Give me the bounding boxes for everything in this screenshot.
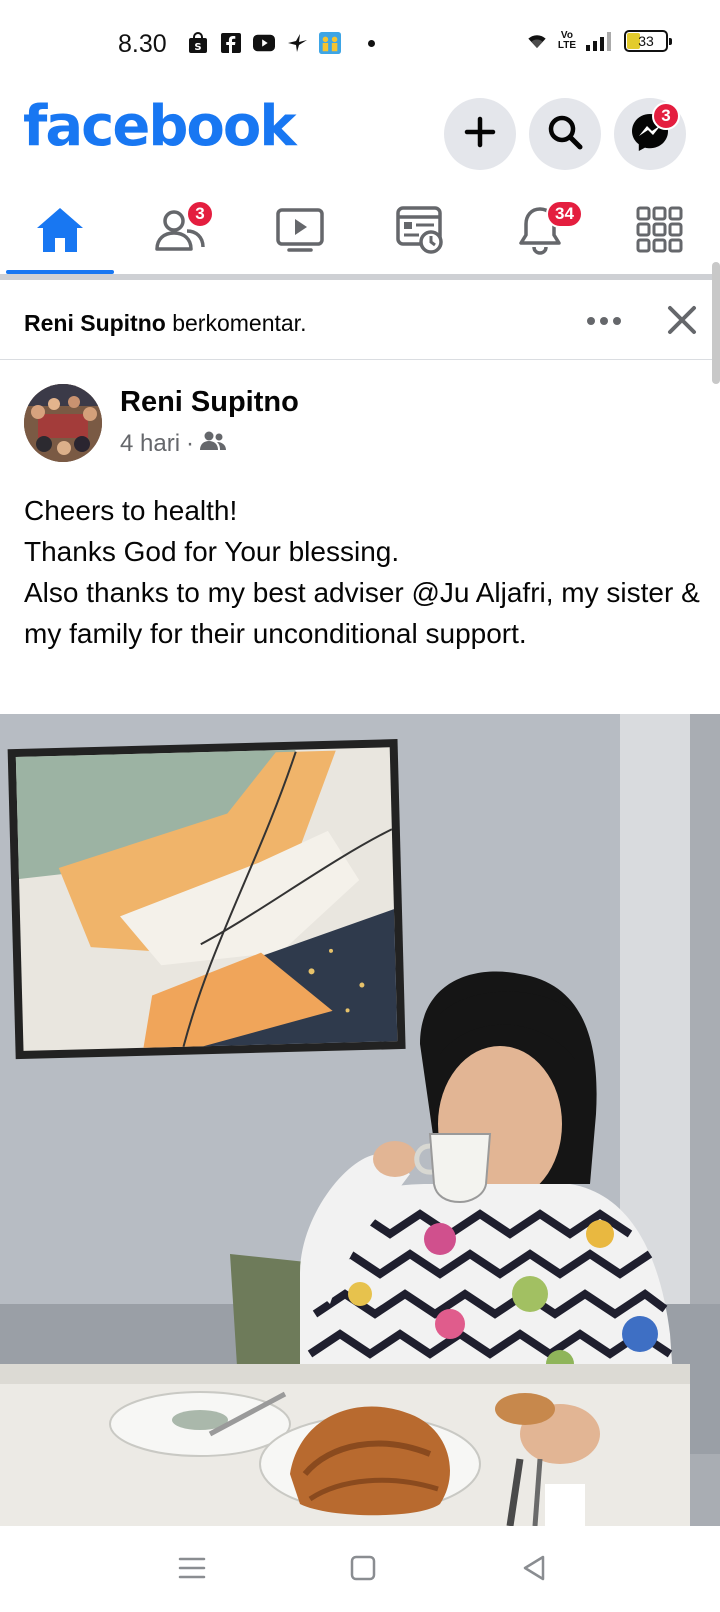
- grid-menu-icon: [636, 206, 684, 259]
- create-button[interactable]: [444, 98, 516, 170]
- system-navigation-bar: [0, 1526, 720, 1612]
- post-author[interactable]: Reni Supitno: [120, 386, 299, 419]
- volte-icon: Vo LTE: [557, 30, 576, 51]
- post-line: Thanks God for Your blessing.: [24, 536, 400, 567]
- friends-badge: 3: [186, 200, 214, 228]
- post-time[interactable]: 4 hari: [120, 430, 180, 458]
- square-icon: [350, 1555, 376, 1586]
- status-bar: 8.30 S Vo LTE 33: [0, 0, 720, 90]
- tab-friends[interactable]: 3: [120, 190, 240, 274]
- shopping-bag-icon: S: [187, 32, 209, 54]
- back-triangle-icon: [521, 1554, 547, 1587]
- facebook-small-icon: [220, 32, 242, 54]
- notice-text: Reni Supitno berkomentar.: [24, 310, 306, 337]
- scrollbar[interactable]: [712, 262, 720, 384]
- notification-icons: S: [187, 32, 375, 54]
- video-icon: [275, 207, 325, 258]
- signal-icon: [586, 30, 614, 52]
- friends-audience-icon: [200, 430, 227, 458]
- back-button[interactable]: [514, 1554, 554, 1586]
- more-options-button[interactable]: [580, 300, 628, 344]
- avatar[interactable]: [24, 384, 102, 462]
- notifications-badge: 34: [546, 200, 583, 228]
- notice-action: berkomentar.: [172, 310, 307, 336]
- tab-news[interactable]: [360, 190, 480, 274]
- svg-text:S: S: [194, 42, 201, 53]
- notice-actor[interactable]: Reni Supitno: [24, 310, 166, 336]
- close-button[interactable]: [660, 300, 704, 344]
- comment-notice: Reni Supitno berkomentar.: [0, 286, 720, 360]
- post-line: Also thanks to my best adviser @Ju Aljaf…: [24, 577, 700, 649]
- post-text: Cheers to health! Thanks God for Your bl…: [24, 490, 704, 654]
- wifi-icon: [526, 30, 548, 52]
- youtube-icon: [253, 32, 275, 54]
- post-header: Reni Supitno 4 hari ·: [0, 370, 720, 470]
- more-notifications-dot: [368, 39, 375, 47]
- app-icon: [319, 32, 341, 54]
- recent-apps-button[interactable]: [172, 1554, 212, 1586]
- home-system-button[interactable]: [343, 1554, 383, 1586]
- news-feed-icon: [395, 205, 445, 260]
- tab-menu[interactable]: [600, 190, 720, 274]
- nav-tabs: 3 34: [0, 190, 720, 280]
- plus-icon: [464, 116, 496, 153]
- messenger-button[interactable]: 3: [614, 98, 686, 170]
- tab-notifications[interactable]: 34: [480, 190, 600, 274]
- facebook-logo[interactable]: facebook: [23, 94, 297, 159]
- tab-watch[interactable]: [240, 190, 360, 274]
- search-button[interactable]: [529, 98, 601, 170]
- post-line: Cheers to health!: [24, 495, 238, 526]
- battery-icon: 33: [624, 30, 672, 52]
- close-icon: [667, 305, 697, 340]
- messenger-badge: 3: [652, 102, 680, 130]
- home-icon: [35, 206, 85, 259]
- battery-level: 33: [638, 33, 654, 49]
- bird-icon: [286, 32, 308, 54]
- status-time: 8.30: [118, 30, 167, 58]
- search-icon: [546, 113, 584, 156]
- more-dots-icon: [586, 313, 622, 331]
- tab-home[interactable]: [0, 190, 120, 274]
- meta-separator: ·: [186, 430, 195, 457]
- menu-lines-icon: [178, 1556, 206, 1585]
- app-header: facebook 3: [0, 90, 720, 180]
- system-icons: Vo LTE 33: [526, 30, 672, 52]
- post-photo[interactable]: [0, 714, 720, 1526]
- post-meta: 4 hari ·: [120, 430, 227, 458]
